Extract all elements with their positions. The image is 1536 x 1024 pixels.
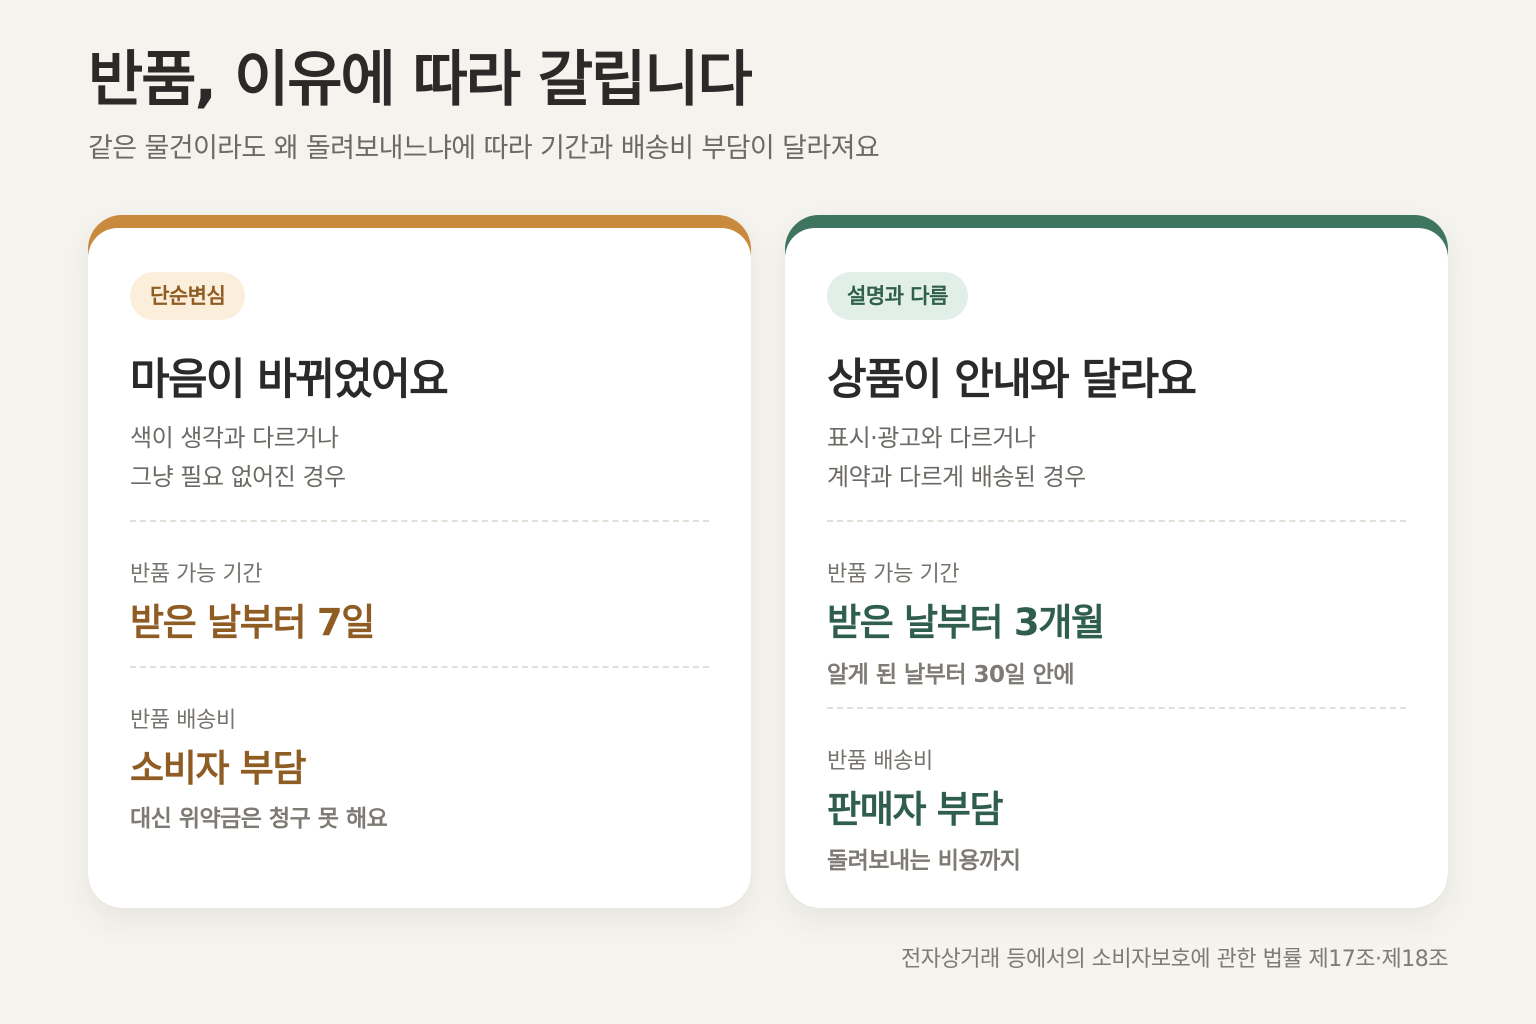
card-body: 설명과 다름 상품이 안내와 달라요 표시·광고와 다르거나 계약과 다르게 배…	[785, 228, 1448, 908]
case-title: 상품이 안내와 달라요	[827, 355, 1197, 405]
case-description-line: 표시·광고와 다르거나	[827, 424, 1036, 452]
shipping-fee-label: 반품 배송비	[130, 708, 236, 733]
shipping-fee-value: 판매자 부담	[827, 788, 1004, 831]
shipping-fee-value: 소비자 부담	[130, 747, 307, 790]
section-divider	[130, 666, 709, 668]
page-title: 반품, 이유에 따라 갈립니다	[88, 45, 753, 115]
card-body: 단순변심 마음이 바뀌었어요 색이 생각과 다르거나 그냥 필요 없어진 경우 …	[88, 228, 751, 908]
shipping-fee-note: 대신 위약금은 청구 못 해요	[130, 806, 388, 832]
legal-source-footnote: 전자상거래 등에서의 소비자보호에 관한 법률 제17조·제18조	[901, 947, 1448, 972]
page-subtitle: 같은 물건이라도 왜 돌려보내느냐에 따라 기간과 배송비 부담이 달라져요	[88, 133, 880, 164]
shipping-fee-label: 반품 배송비	[827, 749, 933, 774]
return-period-value: 받은 날부터 7일	[130, 601, 375, 644]
return-period-label: 반품 가능 기간	[827, 562, 960, 587]
section-divider	[827, 707, 1406, 709]
return-period-note: 알게 된 날부터 30일 안에	[827, 662, 1074, 688]
category-badge: 단순변심	[130, 272, 246, 320]
return-period-value: 받은 날부터 3개월	[827, 601, 1105, 644]
case-description-line: 계약과 다르게 배송된 경우	[827, 463, 1086, 491]
case-description-line: 그냥 필요 없어진 경우	[130, 463, 346, 491]
case-description-line: 색이 생각과 다르거나	[130, 424, 339, 452]
case-title: 마음이 바뀌었어요	[130, 355, 449, 405]
category-badge: 설명과 다름	[827, 272, 968, 320]
return-period-label: 반품 가능 기간	[130, 562, 263, 587]
section-divider	[130, 520, 709, 522]
not-as-described-card: 설명과 다름 상품이 안내와 달라요 표시·광고와 다르거나 계약과 다르게 배…	[785, 215, 1448, 908]
section-divider	[827, 520, 1406, 522]
change-of-mind-card: 단순변심 마음이 바뀌었어요 색이 생각과 다르거나 그냥 필요 없어진 경우 …	[88, 215, 751, 908]
shipping-fee-note: 돌려보내는 비용까지	[827, 848, 1021, 874]
